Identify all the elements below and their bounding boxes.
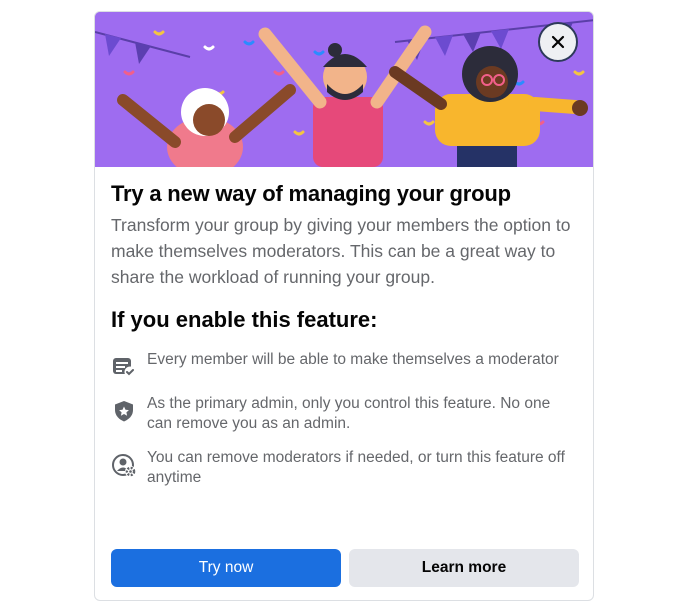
dialog-title: Try a new way of managing your group	[111, 181, 511, 206]
moderation-dialog: Try a new way of managing your group Tra…	[94, 11, 594, 601]
feature-text: You can remove moderators if needed, or …	[147, 449, 565, 486]
learn-more-button[interactable]: Learn more	[349, 549, 579, 587]
shield-star-icon	[115, 401, 133, 422]
close-icon	[551, 35, 565, 49]
dialog-body: Try a new way of managing your group Tra…	[111, 180, 581, 502]
feature-text: As the primary admin, only you control t…	[147, 395, 551, 432]
feature-item: Every member will be able to make themse…	[111, 350, 581, 380]
checklist-icon	[113, 358, 136, 378]
feature-text: Every member will be able to make themse…	[147, 351, 559, 368]
person-gear-icon	[112, 454, 136, 477]
hero-illustration	[95, 12, 593, 167]
dialog-actions: Try now Learn more	[111, 549, 579, 587]
celebration-illustration	[95, 12, 593, 167]
close-button[interactable]	[538, 22, 578, 62]
feature-item: As the primary admin, only you control t…	[111, 394, 581, 434]
feature-heading: If you enable this feature:	[111, 307, 378, 332]
try-now-button[interactable]: Try now	[111, 549, 341, 587]
feature-item: You can remove moderators if needed, or …	[111, 448, 581, 488]
feature-list: Every member will be able to make themse…	[111, 350, 581, 488]
dialog-description: Transform your group by giving your memb…	[111, 215, 571, 287]
